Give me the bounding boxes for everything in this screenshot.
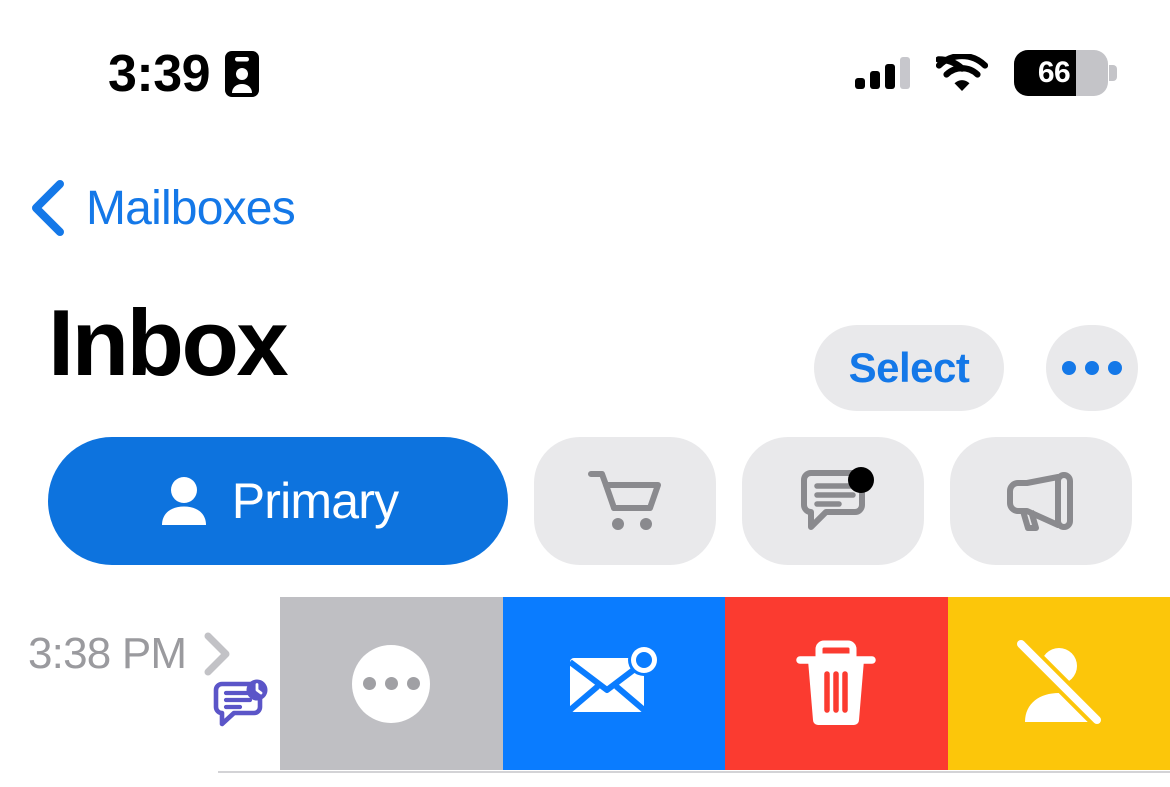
chevron-left-icon	[32, 180, 64, 236]
envelope-badge-icon	[566, 643, 660, 713]
status-bar-time: 3:39	[108, 45, 211, 103]
unread-badge-dot	[848, 467, 874, 493]
cellular-signal-icon	[855, 57, 910, 89]
ellipsis-dot	[406, 677, 420, 690]
category-pill-primary[interactable]: Primary	[48, 437, 508, 565]
mail-row-time-line: 3:38 PM	[28, 629, 234, 679]
battery-cap	[1109, 65, 1117, 81]
contact-card-icon	[225, 51, 260, 97]
mail-row-metadata: 3:38 PM	[28, 597, 280, 773]
megaphone-icon	[1007, 472, 1073, 531]
category-filter-row: Primary	[48, 437, 1132, 565]
mail-row-separator	[218, 771, 1170, 773]
swipe-action-panel	[280, 597, 1170, 770]
chevron-right-icon	[204, 632, 230, 676]
person-slash-icon	[1012, 637, 1105, 728]
category-pill-updates[interactable]	[742, 437, 924, 565]
ellipsis-dot	[384, 677, 398, 690]
swipe-action-trash[interactable]	[725, 597, 948, 770]
page-title: Inbox	[48, 290, 289, 395]
more-options-button[interactable]	[1046, 325, 1138, 411]
shopping-cart-icon	[588, 471, 661, 530]
battery-icon: 66	[1014, 50, 1117, 96]
chat-bubble-clock-icon	[213, 679, 268, 727]
status-time-group: 3:39	[108, 48, 260, 100]
ellipsis-circle-icon	[352, 644, 431, 723]
battery-percent-label: 66	[1037, 56, 1071, 89]
trash-icon	[796, 640, 876, 725]
swipe-action-more[interactable]	[280, 597, 503, 770]
ellipsis-dot	[362, 677, 376, 690]
ellipsis-icon-dot	[1085, 361, 1099, 375]
category-pill-transactions[interactable]	[534, 437, 716, 565]
person-icon	[161, 477, 206, 525]
swipe-action-unread[interactable]	[502, 597, 725, 770]
back-button-label: Mailboxes	[86, 181, 296, 235]
status-bar: 3:39 66	[0, 0, 1170, 130]
wifi-icon	[936, 54, 988, 91]
swipe-action-block-sender[interactable]	[947, 597, 1170, 770]
category-pill-primary-label: Primary	[231, 473, 399, 529]
select-button[interactable]: Select	[814, 325, 1004, 411]
mail-row-timestamp: 3:38 PM	[28, 629, 187, 678]
select-button-label: Select	[848, 344, 970, 391]
mail-app-screen: 3:39 66 Mailboxes Select Inbox Primary 3…	[0, 0, 1170, 787]
ellipsis-icon-dot	[1108, 361, 1122, 375]
category-pill-promotions[interactable]	[950, 437, 1132, 565]
ellipsis-icon-dot	[1062, 361, 1076, 375]
status-indicators: 66	[855, 50, 1117, 96]
mail-row-category-badge	[212, 679, 270, 736]
navigation-bar: Mailboxes Select	[0, 160, 1170, 411]
mail-list-row[interactable]: 3:38 PM	[0, 597, 1170, 773]
back-to-mailboxes-button[interactable]: Mailboxes	[26, 160, 296, 256]
